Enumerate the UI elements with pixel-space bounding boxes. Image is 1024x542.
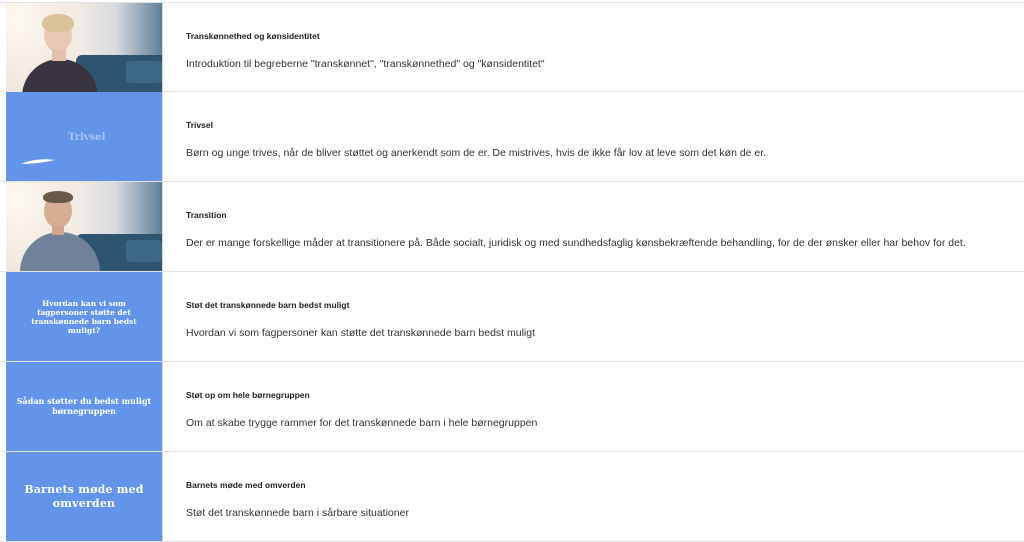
video-thumbnail[interactable] <box>6 3 163 92</box>
thumbnail-text: Barnets møde med omverden <box>24 483 144 510</box>
speaker-photo <box>6 3 162 92</box>
item-title[interactable]: Barnets møde med omverden <box>186 480 306 490</box>
item-description: Støt det transkønnede barn i sårbare sit… <box>186 507 409 519</box>
list-item-omverden[interactable]: Barnets møde med omverden Barnets møde m… <box>0 452 1024 542</box>
item-content: Støt op om hele børnegruppen Om at skabe… <box>186 362 1014 451</box>
video-thumbnail[interactable]: Hvordan kan vi som fagpersoner støtte de… <box>6 272 163 361</box>
item-content: Transition Der er mange forskellige måde… <box>186 182 1014 271</box>
item-title[interactable]: Støt op om hele børnegruppen <box>186 390 310 400</box>
item-title[interactable]: Trivsel <box>186 120 213 130</box>
item-content: Trivsel Børn og unge trives, når de bliv… <box>186 92 1014 181</box>
video-thumbnail[interactable]: Sådan støtter du bedst muligt børnegrupp… <box>6 362 163 451</box>
thumbnail-text: Hvordan kan vi som fagpersoner støtte de… <box>31 298 137 335</box>
item-description: Hvordan vi som fagpersoner kan støtte de… <box>186 327 536 339</box>
speaker-photo <box>6 182 162 271</box>
video-thumbnail[interactable] <box>6 182 163 271</box>
list-item-trivsel[interactable]: Trivsel Trivsel Børn og unge trives, når… <box>0 92 1024 182</box>
list-item-transkoennethed[interactable]: Transkønnethed og kønsidentitet Introduk… <box>0 2 1024 92</box>
item-description: Der er mange forskellige måder at transi… <box>186 237 966 249</box>
list-item-stoet-barnet[interactable]: Hvordan kan vi som fagpersoner støtte de… <box>0 272 1024 362</box>
item-title[interactable]: Støt det transkønnede barn bedst muligt <box>186 300 349 310</box>
item-content: Støt det transkønnede barn bedst muligt … <box>186 272 1014 361</box>
item-content: Transkønnethed og kønsidentitet Introduk… <box>186 3 1014 92</box>
item-description: Introduktion til begreberne "transkønnet… <box>186 58 545 70</box>
video-thumbnail[interactable]: Trivsel <box>6 92 163 181</box>
item-description: Børn og unge trives, når de bliver støtt… <box>186 147 767 159</box>
brush-stroke-icon <box>21 159 55 164</box>
video-thumbnail[interactable]: Barnets møde med omverden <box>6 452 163 541</box>
thumbnail-text: Sådan støtter du bedst muligt børnegrupp… <box>16 395 152 416</box>
item-description: Om at skabe trygge rammer for det transk… <box>186 417 538 429</box>
list-item-boernegruppen[interactable]: Sådan støtter du bedst muligt børnegrupp… <box>0 362 1024 452</box>
video-list: Transkønnethed og kønsidentitet Introduk… <box>0 2 1024 542</box>
item-content: Barnets møde med omverden Støt det trans… <box>186 452 1014 541</box>
item-title[interactable]: Transkønnethed og kønsidentitet <box>186 31 320 41</box>
thumbnail-text: Trivsel <box>68 132 106 143</box>
item-title[interactable]: Transition <box>186 210 227 220</box>
list-item-transition[interactable]: Transition Der er mange forskellige måde… <box>0 182 1024 272</box>
